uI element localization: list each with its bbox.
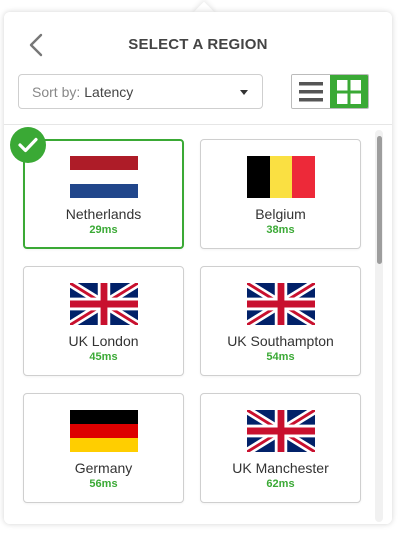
sort-value: Latency <box>84 83 134 100</box>
selected-checkmark-badge <box>10 127 46 163</box>
sort-prefix-label: Sort by: <box>32 83 81 100</box>
region-name: Germany <box>74 460 133 476</box>
header: SELECT A REGION <box>4 12 392 74</box>
checkmark-icon <box>18 137 38 153</box>
region-card-uk-london[interactable]: UK London 45ms <box>23 266 184 376</box>
list-view-button[interactable] <box>292 75 330 108</box>
uk-flag-icon <box>247 283 315 325</box>
uk-flag-icon <box>247 410 315 452</box>
region-name: Belgium <box>255 206 306 222</box>
view-toggle <box>291 74 369 109</box>
grid-icon <box>337 79 361 104</box>
region-latency: 29ms <box>89 224 118 236</box>
region-latency: 45ms <box>89 351 118 363</box>
region-latency: 38ms <box>266 224 295 236</box>
grid-view-button[interactable] <box>330 75 368 108</box>
region-grid: Netherlands 29ms Belgium 38ms UK London … <box>4 125 392 524</box>
region-name: UK Southampton <box>227 333 334 349</box>
region-latency: 56ms <box>89 478 118 490</box>
region-card-belgium[interactable]: Belgium 38ms <box>200 139 361 249</box>
region-name: UK London <box>68 333 139 349</box>
region-selector-panel: SELECT A REGION Sort by: Latency Netherl… <box>4 12 392 524</box>
uk-flag-icon <box>70 283 138 325</box>
region-card-uk-southampton[interactable]: UK Southampton 54ms <box>200 266 361 376</box>
region-latency: 62ms <box>266 478 295 490</box>
region-card-netherlands[interactable]: Netherlands 29ms <box>23 139 184 249</box>
region-name: UK Manchester <box>232 460 329 476</box>
list-icon <box>299 81 323 101</box>
region-card-uk-manchester[interactable]: UK Manchester 62ms <box>200 393 361 503</box>
page-title: SELECT A REGION <box>128 36 268 53</box>
region-latency: 54ms <box>266 351 295 363</box>
region-card-germany[interactable]: Germany 56ms <box>23 393 184 503</box>
panel-body: SELECT A REGION Sort by: Latency Netherl… <box>4 12 392 524</box>
netherlands-flag-icon <box>70 156 138 198</box>
caret-down-icon <box>240 90 248 95</box>
germany-flag-icon <box>70 410 138 452</box>
belgium-flag-icon <box>247 156 315 198</box>
scrollbar-thumb[interactable] <box>377 136 382 264</box>
sort-dropdown[interactable]: Sort by: Latency <box>18 74 263 109</box>
region-name: Netherlands <box>65 206 142 222</box>
